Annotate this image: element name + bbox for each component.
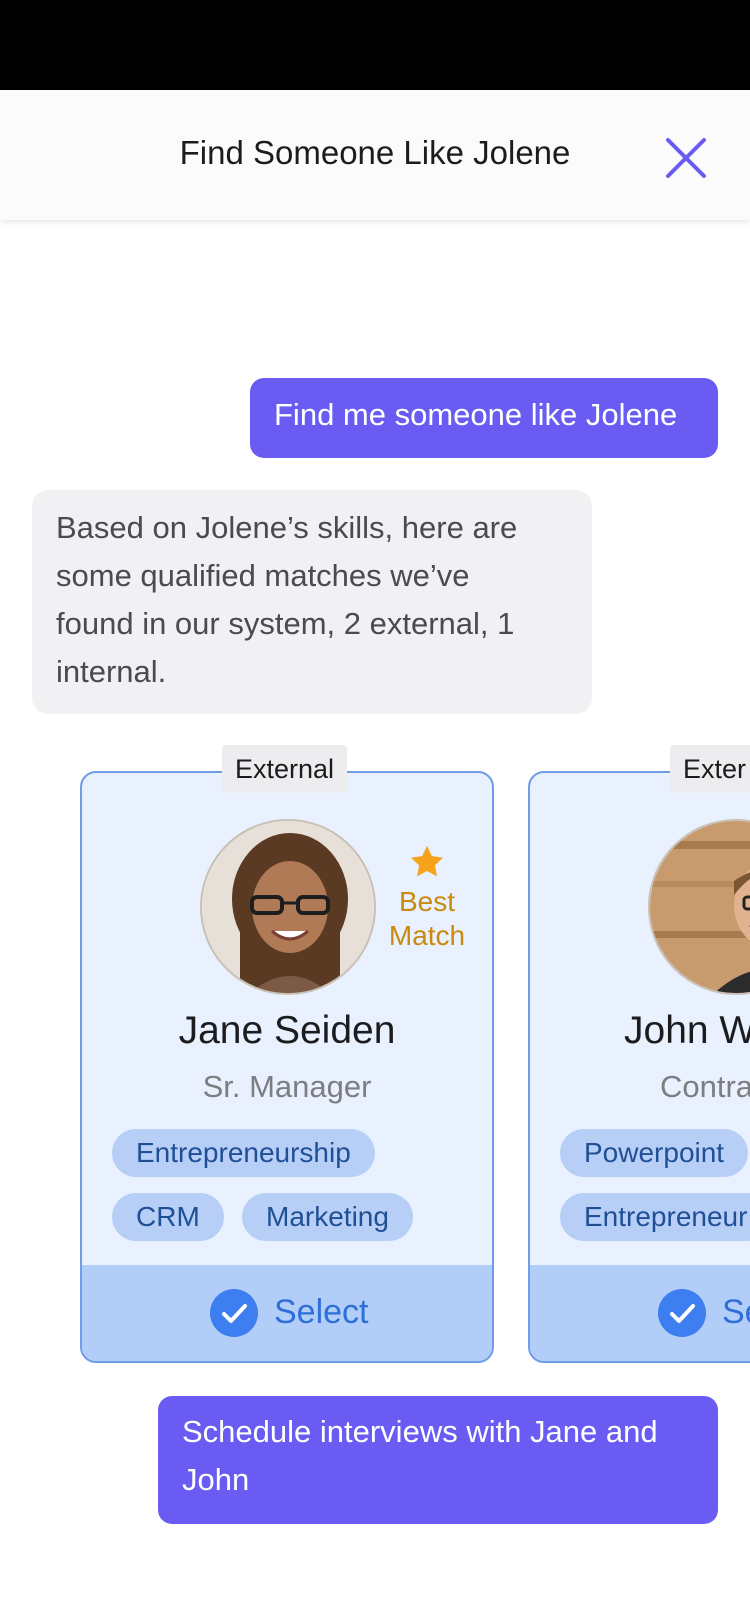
user-message-bubble: Schedule interviews with Jane and John (158, 1396, 718, 1524)
select-button[interactable]: Se (530, 1265, 750, 1361)
best-match-label: Best (398, 886, 456, 917)
candidate-avatar (648, 819, 750, 995)
check-icon (658, 1289, 706, 1337)
user-message-line: John (182, 1462, 250, 1497)
candidate-name: Jane Seiden (178, 1009, 396, 1052)
star-icon (411, 845, 443, 877)
source-tag: Exter (670, 745, 750, 793)
skill-chip[interactable]: Entrepreneur (560, 1193, 750, 1241)
best-match-label: Match (388, 920, 466, 951)
status-bar (0, 0, 750, 90)
user-message-bubble: Find me someone like Jolene (250, 378, 718, 458)
assistant-message-line: found in our system, 2 external, 1 (56, 606, 515, 641)
select-button[interactable]: Select (82, 1265, 492, 1361)
candidate-card[interactable]: John W Contra Powerpoint Entrepreneur Se (528, 771, 750, 1363)
candidate-role: Sr. Manager (202, 1069, 372, 1104)
assistant-message-line: Based on Jolene’s skills, here are (56, 510, 518, 545)
assistant-message-line: internal. (56, 654, 167, 689)
user-message-line: Schedule interviews with Jane and (182, 1414, 658, 1449)
candidate-avatar (200, 819, 376, 995)
check-icon (210, 1289, 258, 1337)
candidate-carousel[interactable]: Best Match Jane Seiden Sr. Manager Entre… (0, 745, 750, 1365)
best-match-badge: Best Match (382, 843, 472, 953)
select-label: Select (274, 1293, 369, 1331)
source-tag: External (222, 745, 348, 793)
close-icon[interactable] (664, 136, 708, 180)
candidate-name: John W (624, 1009, 750, 1052)
user-message-text: Find me someone like Jolene (274, 397, 678, 432)
candidate-role: Contra (660, 1069, 750, 1104)
skill-chip[interactable]: Powerpoint (560, 1129, 749, 1177)
skill-chip[interactable]: CRM (112, 1193, 224, 1241)
select-label: Se (722, 1293, 750, 1331)
top-bar: Find Someone Like Jolene (0, 90, 750, 220)
skill-chip[interactable]: Marketing (242, 1193, 413, 1241)
candidate-card[interactable]: Best Match Jane Seiden Sr. Manager Entre… (80, 771, 494, 1363)
skill-chip[interactable]: Entrepreneurship (112, 1129, 375, 1177)
page-title: Find Someone Like Jolene (179, 134, 571, 171)
assistant-message-line: some qualified matches we’ve (56, 558, 470, 593)
assistant-message-bubble: Based on Jolene’s skills, here are some … (32, 490, 592, 714)
